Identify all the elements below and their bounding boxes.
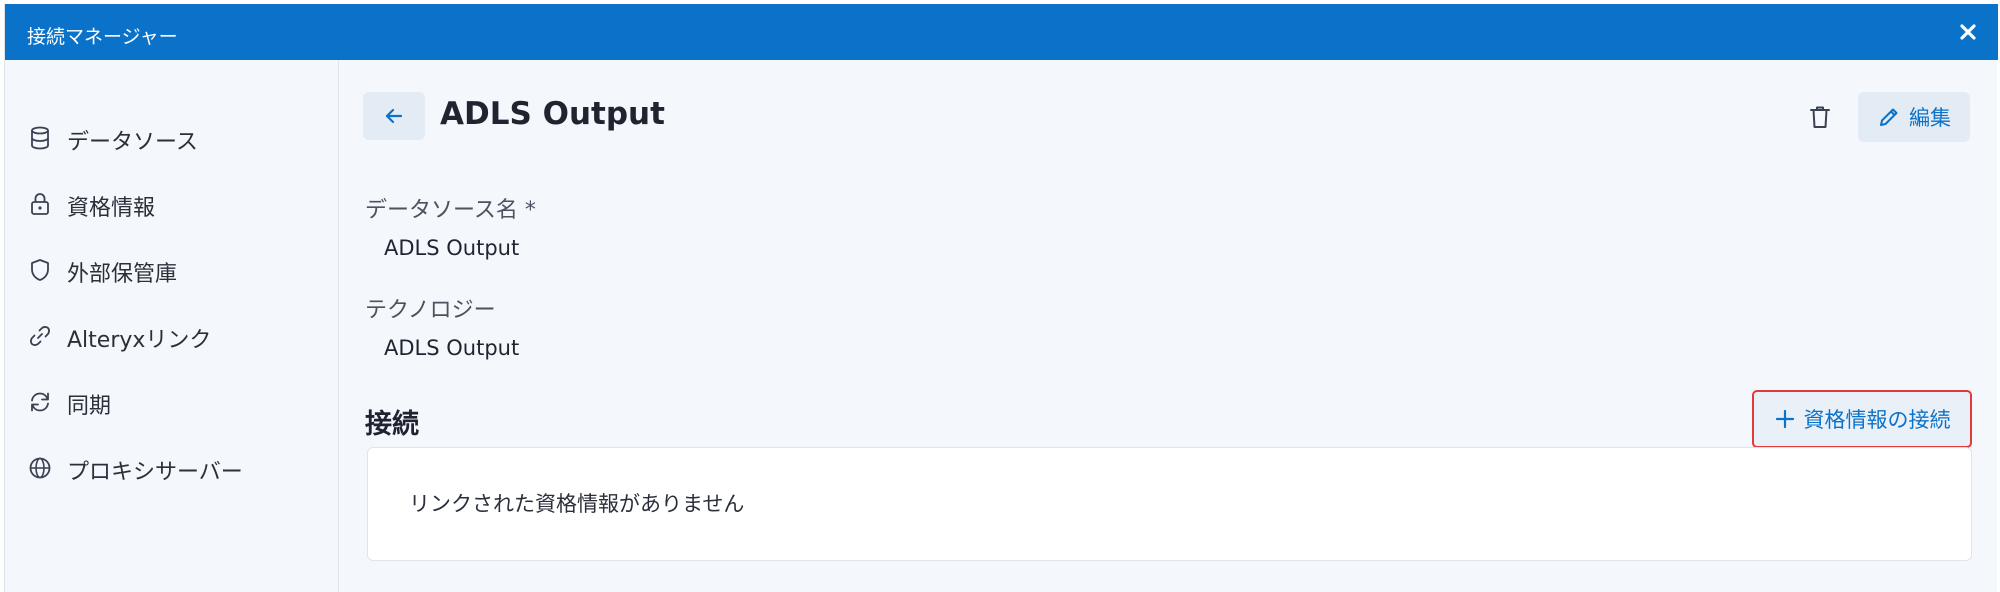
shield-icon <box>31 259 49 281</box>
close-button[interactable] <box>1950 14 1986 50</box>
sidebar-item-alteryx-link[interactable]: Alteryxリンク <box>5 310 339 360</box>
sidebar-item-label: Alteryxリンク <box>67 328 212 353</box>
edit-button-label: 編集 <box>1909 106 1951 130</box>
sidebar-item-label: プロキシサーバー <box>67 460 243 485</box>
sidebar-item-datasource[interactable]: データソース <box>5 112 339 162</box>
sidebar-item-credentials[interactable]: 資格情報 <box>5 178 339 228</box>
title-bar: 接続マネージャー <box>5 4 1998 60</box>
sidebar-item-sync[interactable]: 同期 <box>5 376 339 426</box>
connections-list: リンクされた資格情報がありません <box>367 447 1972 561</box>
sidebar-item-external-vault[interactable]: 外部保管庫 <box>5 244 339 294</box>
plus-icon <box>1775 409 1794 429</box>
link-icon <box>30 326 50 346</box>
empty-state-text: リンクされた資格情報がありません <box>409 492 745 516</box>
delete-button[interactable] <box>1798 94 1842 140</box>
arrow-left-icon <box>385 108 403 124</box>
close-icon <box>1960 24 1976 40</box>
connection-manager-window: 接続マネージャー データソース 資格情報 外部保管庫 Alteryxリンク 同期… <box>4 4 1998 592</box>
connect-credentials-label: 資格情報の接続 <box>1803 408 1951 432</box>
lock-icon <box>31 193 49 215</box>
trash-icon <box>1810 106 1830 128</box>
page-title: ADLS Output <box>440 96 665 132</box>
technology-value: ADLS Output <box>384 336 520 360</box>
sidebar-item-label: 外部保管庫 <box>67 262 178 287</box>
sidebar-item-label: データソース <box>67 130 198 155</box>
connections-section-title: 接続 <box>365 409 419 440</box>
edit-button[interactable]: 編集 <box>1858 92 1970 142</box>
sidebar-item-label: 同期 <box>67 394 112 419</box>
globe-icon <box>29 457 51 479</box>
main-content: ADLS Output 編集 データソース名 * ADLS Output テクノ… <box>340 60 1998 592</box>
sidebar: データソース 資格情報 外部保管庫 Alteryxリンク 同期 プロキシサーバー <box>5 60 339 592</box>
technology-label: テクノロジー <box>365 298 496 323</box>
datasource-name-label: データソース名 * <box>365 198 536 223</box>
back-button[interactable] <box>363 92 425 140</box>
window-title: 接続マネージャー <box>27 26 178 48</box>
sidebar-item-proxy-server[interactable]: プロキシサーバー <box>5 442 339 492</box>
sync-icon <box>31 392 49 412</box>
datasource-name-value: ADLS Output <box>384 236 520 260</box>
sidebar-item-label: 資格情報 <box>67 196 156 221</box>
database-icon <box>31 126 49 150</box>
pencil-icon <box>1880 108 1898 126</box>
connect-credentials-button[interactable]: 資格情報の接続 <box>1752 390 1972 448</box>
